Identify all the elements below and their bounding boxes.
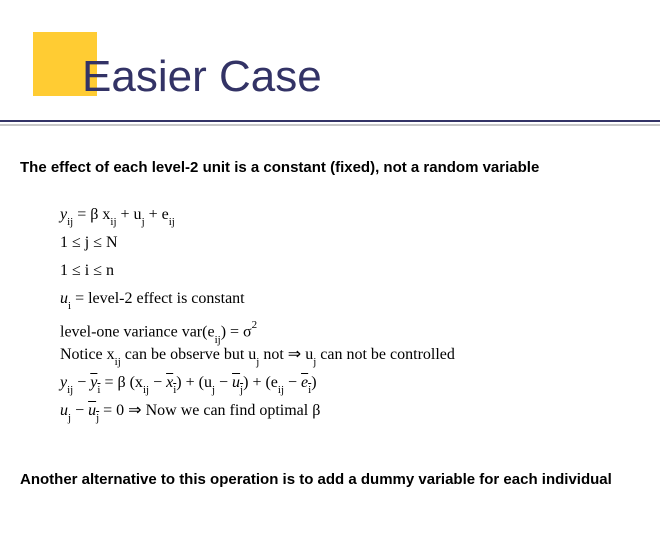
math-block: yij = β xij + uj + eij 1 ≤ j ≤ N 1 ≤ i ≤… <box>60 201 455 425</box>
sub: i <box>308 384 311 396</box>
txt: can not be controlled <box>316 346 455 363</box>
bar: uj <box>88 402 99 419</box>
equation-1: yij = β xij + uj + eij <box>60 201 455 229</box>
equation-4: Notice xij can be observe but uj not ⇒ u… <box>60 341 455 369</box>
slide-title: Easier Case <box>82 52 322 102</box>
txt: ) + (e <box>243 374 278 391</box>
txt: ) + (u <box>176 374 212 391</box>
sub: ij <box>215 334 221 346</box>
sub: j <box>240 384 243 396</box>
txt: − <box>284 374 301 391</box>
txt: ) = σ <box>221 323 252 340</box>
txt: u <box>60 290 68 307</box>
equation-6: uj − uj = 0 ⇒ Now we can find optimal β <box>60 397 455 425</box>
sub: j <box>212 384 215 396</box>
bar: yi <box>90 374 100 391</box>
sub: i <box>68 300 71 312</box>
txt: level-one variance var(e <box>60 323 215 340</box>
txt: − <box>73 374 90 391</box>
txt: = level-2 effect is constant <box>71 290 245 307</box>
range-2: 1 ≤ i ≤ n <box>60 257 455 285</box>
sub: ij <box>115 356 121 368</box>
txt: u <box>232 374 240 391</box>
sub: ij <box>67 216 73 228</box>
txt: can be observe but u <box>121 346 257 363</box>
sub: j <box>256 356 259 368</box>
txt: − <box>149 374 166 391</box>
sub: j <box>142 216 145 228</box>
sub: ij <box>110 216 116 228</box>
txt: − <box>71 402 88 419</box>
txt: − <box>215 374 232 391</box>
outro-text: Another alternative to this operation is… <box>20 470 640 490</box>
txt: Notice x <box>60 346 115 363</box>
sub: ij <box>278 384 284 396</box>
sub: j <box>96 412 99 424</box>
txt: not ⇒ u <box>259 346 313 363</box>
bar: xi <box>166 374 176 391</box>
txt: = β x <box>73 206 110 223</box>
title-underline-dark <box>0 120 660 122</box>
equation-5: yij − yi = β (xij − xi) + (uj − uj) + (e… <box>60 369 455 397</box>
sub: j <box>68 412 71 424</box>
sub: ij <box>67 384 73 396</box>
title-underline-grey <box>0 124 660 126</box>
sub: ij <box>143 384 149 396</box>
intro-text: The effect of each level-2 unit is a con… <box>20 159 539 176</box>
txt: u <box>60 402 68 419</box>
sub: i <box>173 384 176 396</box>
txt: u <box>88 402 96 419</box>
bar: uj <box>232 374 243 391</box>
sub: ij <box>169 216 175 228</box>
sub: i <box>97 384 100 396</box>
txt: = 0 ⇒ Now we can find optimal β <box>99 402 320 419</box>
txt: = β (x <box>100 374 143 391</box>
equation-3: level-one variance var(eij) = σ2 <box>60 313 455 341</box>
sub: j <box>313 356 316 368</box>
equation-2: ui = level-2 effect is constant <box>60 285 455 313</box>
sup: 2 <box>252 319 258 331</box>
txt: + u <box>117 206 142 223</box>
txt: ) <box>311 374 316 391</box>
bar: ei <box>301 374 311 391</box>
slide-container: Easier Case The effect of each level-2 u… <box>0 0 670 540</box>
txt: + e <box>145 206 169 223</box>
range-1: 1 ≤ j ≤ N <box>60 229 455 257</box>
